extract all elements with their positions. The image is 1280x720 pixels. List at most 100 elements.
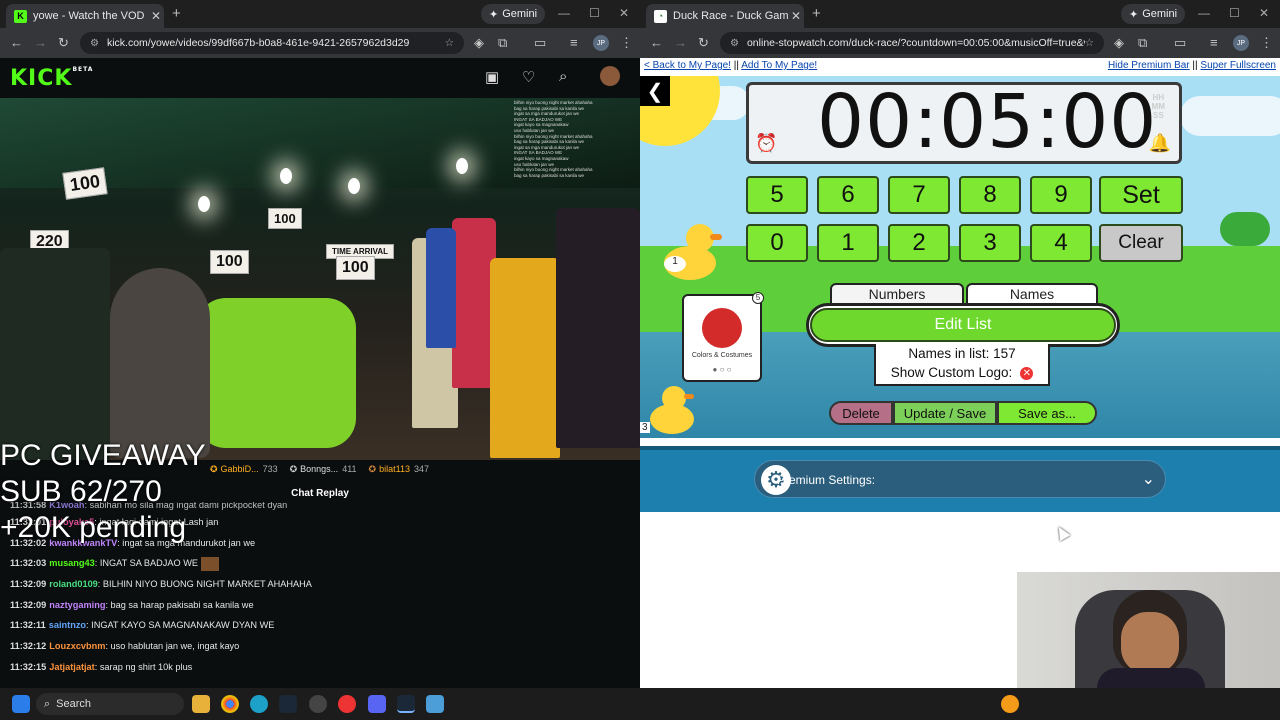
gemini-button[interactable]: ✦ Gemini (1121, 4, 1186, 24)
steam-icon[interactable] (279, 695, 297, 713)
discord-icon[interactable] (368, 695, 386, 713)
shield-icon[interactable]: ◈ (474, 35, 484, 51)
maximize-icon[interactable]: ☐ (1229, 6, 1240, 20)
forward-icon[interactable]: → (674, 35, 687, 51)
search-icon[interactable]: ⌕ (559, 68, 567, 85)
close-window-icon[interactable]: ✕ (619, 6, 629, 20)
key-0[interactable]: 0 (746, 224, 808, 262)
address-bar[interactable]: ⚙ online-stopwatch.com/duck-race/?countd… (720, 32, 1104, 54)
close-tab-icon[interactable]: ✕ (788, 9, 804, 23)
gemini-icon: ✦ (1129, 8, 1139, 21)
menu-icon[interactable]: ⋮ (620, 35, 633, 51)
minimize-icon[interactable]: — (1198, 6, 1210, 20)
update-save-button[interactable]: Update / Save (893, 401, 997, 425)
maximize-icon[interactable]: ☐ (589, 6, 600, 20)
windows-start-icon[interactable] (12, 695, 30, 713)
bookmark-star-icon[interactable]: ☆ (445, 37, 454, 49)
cloud (1180, 96, 1280, 136)
bell-icon[interactable]: 🔔 (1149, 133, 1171, 154)
chat-message: 11:32:09 roland0109: BILHIN NIYO BUONG NI… (10, 579, 312, 590)
back-to-my-page-link[interactable]: < Back to My Page! (644, 60, 731, 71)
close-window-icon[interactable]: ✕ (1259, 6, 1269, 20)
price-tag: 100 (62, 167, 108, 200)
tab-duck-race[interactable]: ◔ Duck Race - Duck Games ✕ (646, 4, 804, 28)
profile-avatar[interactable]: JP (593, 35, 609, 51)
key-5[interactable]: 5 (746, 176, 808, 214)
back-icon[interactable]: ← (650, 35, 663, 51)
leader-entry[interactable]: ✪ GabbiD... 733 (210, 464, 278, 475)
add-to-my-page-link[interactable]: Add To My Page! (741, 60, 817, 71)
tab-search-icon[interactable]: ≡ (1210, 35, 1218, 51)
reload-icon[interactable]: ↻ (58, 35, 69, 51)
clear-button[interactable]: Clear (1099, 224, 1183, 262)
gift-leaderboard: ✪ GabbiD... 733 ✪ Bonngs... 411 ✪ bilat113 347 (210, 462, 429, 476)
menu-icon[interactable]: ⋮ (1260, 35, 1273, 51)
tab-search-icon[interactable]: ≡ (570, 35, 578, 51)
back-icon[interactable]: ← (10, 35, 23, 51)
chrome-icon[interactable] (221, 695, 239, 713)
gemini-button[interactable]: ✦ Gemini (481, 4, 546, 24)
set-button[interactable]: Set (1099, 176, 1183, 214)
super-fullscreen-link[interactable]: Super Fullscreen (1200, 60, 1276, 71)
minimize-icon[interactable]: — (558, 6, 570, 20)
toggle-off-icon[interactable]: ✕ (1020, 366, 1034, 380)
key-6[interactable]: 6 (817, 176, 879, 214)
person-shirt (1097, 668, 1205, 688)
profile-avatar[interactable]: JP (1233, 35, 1249, 51)
back-arrow-button[interactable]: ❮ (640, 76, 670, 106)
costume-card[interactable]: Colors & Costumes ● ○ ○ 5 (682, 292, 764, 382)
steam-active-icon[interactable] (397, 695, 415, 713)
chat-message: 11:32:11 saintnzo: INGAT KAYO SA MAGNANAK… (10, 620, 275, 631)
tab-title: Duck Race - Duck Games (673, 10, 788, 22)
shield-icon[interactable]: ◈ (1114, 35, 1124, 51)
tab-strip: K yowe - Watch the VOD on K ✕ + ✦ Gemini… (0, 0, 640, 28)
tab-names[interactable]: Names (966, 283, 1098, 303)
cast-icon[interactable]: ▭ (1174, 35, 1186, 51)
key-9[interactable]: 9 (1030, 176, 1092, 214)
notepad-icon[interactable] (426, 695, 444, 713)
media-player-icon[interactable] (338, 695, 356, 713)
mode-tabs: Numbers Names (830, 283, 1098, 303)
browser-toolbar: ← → ↻ ⚙ kick.com/yowe/videos/99df667b-b0… (0, 28, 640, 58)
cast-icon[interactable]: ▭ (534, 35, 546, 51)
clips-icon[interactable]: ▣ (485, 68, 499, 86)
bookmark-star-icon[interactable]: ☆ (1085, 37, 1094, 49)
edge-icon[interactable] (250, 695, 268, 713)
reload-icon[interactable]: ↻ (698, 35, 709, 51)
site-info-icon[interactable]: ⚙ (90, 38, 99, 49)
carousel-dots[interactable]: ● ○ ○ (684, 365, 760, 374)
key-7[interactable]: 7 (888, 176, 950, 214)
forward-icon[interactable]: → (34, 35, 47, 51)
green-clothes (196, 298, 356, 448)
edit-list-button[interactable]: Edit List (810, 308, 1116, 342)
tray-icon[interactable] (1001, 695, 1019, 713)
tab-numbers[interactable]: Numbers (830, 283, 964, 303)
new-tab-icon[interactable]: + (812, 5, 821, 22)
hide-premium-bar-link[interactable]: Hide Premium Bar (1108, 60, 1190, 71)
new-tab-icon[interactable]: + (172, 5, 181, 22)
key-4[interactable]: 4 (1030, 224, 1092, 262)
key-8[interactable]: 8 (959, 176, 1021, 214)
tab-kick[interactable]: K yowe - Watch the VOD on K ✕ (6, 4, 164, 28)
file-explorer-icon[interactable] (192, 695, 210, 713)
taskbar-search[interactable]: ⌕ Search (36, 693, 184, 715)
key-1[interactable]: 1 (817, 224, 879, 262)
leader-entry[interactable]: ✪ bilat113 347 (369, 464, 429, 475)
site-info-icon[interactable]: ⚙ (730, 38, 739, 49)
address-bar[interactable]: ⚙ kick.com/yowe/videos/99df667b-b0a8-461… (80, 32, 464, 54)
delete-button[interactable]: Delete (829, 401, 893, 425)
close-tab-icon[interactable]: ✕ (148, 9, 164, 23)
premium-settings-toggle[interactable]: ⚙ Premium Settings: ⌄ (754, 460, 1166, 498)
settings-icon[interactable] (309, 695, 327, 713)
kick-logo[interactable]: KICKBETA (10, 66, 93, 91)
alarm-clock-icon[interactable]: ⏰ (755, 133, 777, 154)
key-3[interactable]: 3 (959, 224, 1021, 262)
leader-entry[interactable]: ✪ Bonngs... 411 (290, 464, 357, 475)
key-2[interactable]: 2 (888, 224, 950, 262)
user-avatar[interactable] (600, 66, 620, 86)
video-player[interactable]: 100 220 100 100 TIME ARRIVAL 100 bilhin … (0, 98, 640, 460)
extensions-icon[interactable]: ⧉ (498, 35, 507, 51)
save-as-button[interactable]: Save as... (997, 401, 1097, 425)
heart-icon[interactable]: ♡ (522, 68, 535, 86)
extensions-icon[interactable]: ⧉ (1138, 35, 1147, 51)
